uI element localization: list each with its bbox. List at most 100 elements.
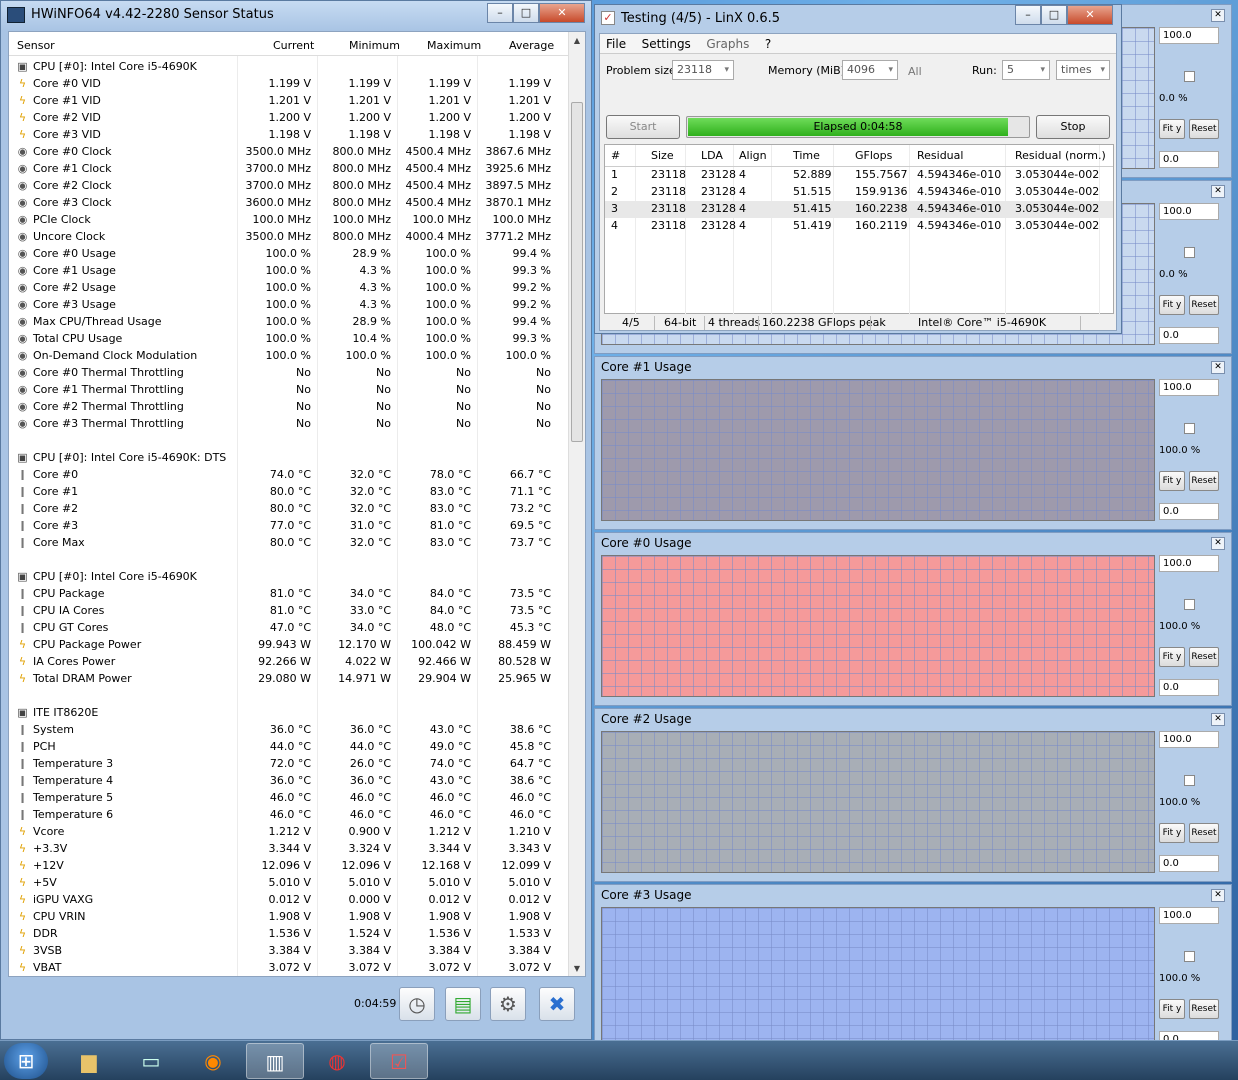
table-row[interactable]: ◉ Core #3 Thermal Throttling No No No No xyxy=(9,415,569,432)
table-row[interactable]: ǀ Temperature 5 46.0 °C 46.0 °C 46.0 °C 46.0 … xyxy=(9,789,569,806)
table-row[interactable]: ϟ CPU Package Power 99.943 W 12.170 W 100.04… xyxy=(9,636,569,653)
table-row[interactable]: ϟ IA Cores Power 92.266 W 4.022 W 92.466 W 80… xyxy=(9,653,569,670)
table-row[interactable]: ϟ CPU VRIN 1.908 V 1.908 V 1.908 V 1.908 V xyxy=(9,908,569,925)
table-row[interactable]: ◉ Core #2 Usage 100.0 % 4.3 % 100.0 % 99.2 % xyxy=(9,279,569,296)
col-average[interactable]: Average xyxy=(509,39,554,52)
close-icon[interactable]: ✕ xyxy=(1211,537,1225,550)
scroll-down-arrow[interactable]: ▼ xyxy=(569,964,585,973)
table-row[interactable]: ◉ Core #1 Clock 3700.0 MHz 800.0 MHz 4500.4 … xyxy=(9,160,569,177)
firefox-icon[interactable]: ◉ xyxy=(184,1043,242,1079)
linx-maximize-button[interactable]: □ xyxy=(1041,5,1067,25)
col-maximum[interactable]: Maximum xyxy=(427,39,481,52)
problem-size-select[interactable]: 23118 xyxy=(672,60,734,80)
table-row[interactable]: ϟ Total DRAM Power 29.080 W 14.971 W 29.904 … xyxy=(9,670,569,687)
table-row[interactable]: ϟ Core #0 VID 1.199 V 1.199 V 1.199 V 1.199 V xyxy=(9,75,569,92)
table-row[interactable]: ǀ CPU GT Cores 47.0 °C 34.0 °C 48.0 °C 45.3 °… xyxy=(9,619,569,636)
table-row[interactable]: ϟ 3VSB 3.384 V 3.384 V 3.384 V 3.384 V xyxy=(9,942,569,959)
table-row[interactable]: ◉ On-Demand Clock Modulation 100.0 % 100.0 … xyxy=(9,347,569,364)
hwinfo-task-icon[interactable]: ▥ xyxy=(246,1043,304,1079)
table-row[interactable]: ϟ Core #2 VID 1.200 V 1.200 V 1.200 V 1.200 V xyxy=(9,109,569,126)
hwinfo-titlebar[interactable]: HWiNFO64 v4.42-2280 Sensor Status – □ ✕ xyxy=(1,1,591,31)
chrome-icon[interactable]: ◍ xyxy=(308,1043,366,1079)
table-row[interactable]: ϟ DDR 1.536 V 1.524 V 1.536 V 1.533 V xyxy=(9,925,569,942)
results-col[interactable]: Time xyxy=(793,149,820,162)
reset-button[interactable]: Reset xyxy=(1189,471,1219,491)
table-row[interactable] xyxy=(9,551,569,568)
graph-checkbox[interactable] xyxy=(1184,247,1195,258)
table-row[interactable]: ◉ Core #3 Usage 100.0 % 4.3 % 100.0 % 99.2 % xyxy=(9,296,569,313)
table-row[interactable]: ǀ Core #3 77.0 °C 31.0 °C 81.0 °C 69.5 °C xyxy=(9,517,569,534)
table-row[interactable]: ◉ Core #0 Thermal Throttling No No No No xyxy=(9,364,569,381)
graph-max-field[interactable]: 100.0 xyxy=(1159,555,1219,572)
graph-max-field[interactable]: 100.0 xyxy=(1159,203,1219,220)
graph-checkbox[interactable] xyxy=(1184,423,1195,434)
fit-y-button[interactable]: Fit y xyxy=(1159,119,1185,139)
table-row[interactable]: ǀ PCH 44.0 °C 44.0 °C 49.0 °C 45.8 °C xyxy=(9,738,569,755)
times-select[interactable]: times xyxy=(1056,60,1110,80)
linx-task-icon[interactable]: ☑ xyxy=(370,1043,428,1079)
minimize-button[interactable]: – xyxy=(487,3,513,23)
clock-icon[interactable]: ◷ xyxy=(399,987,435,1021)
fit-y-button[interactable]: Fit y xyxy=(1159,823,1185,843)
table-row[interactable]: ǀ Core #2 80.0 °C 32.0 °C 83.0 °C 73.2 °C xyxy=(9,500,569,517)
close-icon[interactable]: ✕ xyxy=(1211,185,1225,198)
table-row[interactable]: ◉ Core #0 Clock 3500.0 MHz 800.0 MHz 4500.4 … xyxy=(9,143,569,160)
linx-close-button[interactable]: ✕ xyxy=(1067,5,1113,25)
all-checkbox[interactable]: All xyxy=(908,65,922,78)
maximize-button[interactable]: □ xyxy=(513,3,539,23)
close-sensors-icon[interactable]: ✖ xyxy=(539,987,575,1021)
results-col[interactable]: LDA xyxy=(701,149,723,162)
graph-checkbox[interactable] xyxy=(1184,951,1195,962)
fit-y-button[interactable]: Fit y xyxy=(1159,999,1185,1019)
menu-help[interactable]: ? xyxy=(759,34,777,54)
reset-button[interactable]: Reset xyxy=(1189,647,1219,667)
table-row[interactable]: 3 23118 23128 4 51.415 160.2238 4.594346e-010 3… xyxy=(605,201,1113,218)
table-row[interactable]: ϟ Core #1 VID 1.201 V 1.201 V 1.201 V 1.201 V xyxy=(9,92,569,109)
table-row[interactable]: ◉ Uncore Clock 3500.0 MHz 800.0 MHz 4000.4 M… xyxy=(9,228,569,245)
fit-y-button[interactable]: Fit y xyxy=(1159,647,1185,667)
scroll-thumb[interactable] xyxy=(571,102,583,442)
table-row[interactable]: ◉ Max CPU/Thread Usage 100.0 % 28.9 % 100.0 … xyxy=(9,313,569,330)
graph-min-field[interactable]: 0.0 xyxy=(1159,151,1219,168)
graph-min-field[interactable]: 0.0 xyxy=(1159,503,1219,520)
results-col[interactable]: Residual (norm.) xyxy=(1015,149,1106,162)
graph-checkbox[interactable] xyxy=(1184,71,1195,82)
table-row[interactable]: ǀ Temperature 4 36.0 °C 36.0 °C 43.0 °C 38.6 … xyxy=(9,772,569,789)
start-button-orb[interactable]: ⊞ xyxy=(4,1043,48,1079)
col-sensor[interactable]: Sensor xyxy=(17,39,55,52)
reset-button[interactable]: Reset xyxy=(1189,999,1219,1019)
table-row[interactable]: ϟ Core #3 VID 1.198 V 1.198 V 1.198 V 1.198 V xyxy=(9,126,569,143)
graph-checkbox[interactable] xyxy=(1184,775,1195,786)
linx-minimize-button[interactable]: – xyxy=(1015,5,1041,25)
sensor-group[interactable]: ▣ CPU [#0]: Intel Core i5-4690K xyxy=(9,568,569,585)
results-col[interactable]: Size xyxy=(651,149,674,162)
close-icon[interactable]: ✕ xyxy=(1211,361,1225,374)
table-row[interactable]: ϟ VBAT 3.072 V 3.072 V 3.072 V 3.072 V xyxy=(9,959,569,976)
table-row[interactable] xyxy=(9,687,569,704)
table-row[interactable]: ǀ System 36.0 °C 36.0 °C 43.0 °C 38.6 °C xyxy=(9,721,569,738)
graph-min-field[interactable]: 0.0 xyxy=(1159,679,1219,696)
stop-button[interactable]: Stop xyxy=(1036,115,1110,139)
table-row[interactable]: ◉ PCIe Clock 100.0 MHz 100.0 MHz 100.0 MHz 10… xyxy=(9,211,569,228)
graph-max-field[interactable]: 100.0 xyxy=(1159,27,1219,44)
table-row[interactable]: ǀ Core Max 80.0 °C 32.0 °C 83.0 °C 73.7 °C xyxy=(9,534,569,551)
reset-button[interactable]: Reset xyxy=(1189,823,1219,843)
graph-min-field[interactable]: 0.0 xyxy=(1159,327,1219,344)
table-row[interactable]: ◉ Total CPU Usage 100.0 % 10.4 % 100.0 % 99.3… xyxy=(9,330,569,347)
results-col[interactable]: GFlops xyxy=(855,149,892,162)
table-row[interactable]: ◉ Core #0 Usage 100.0 % 28.9 % 100.0 % 99.4 % xyxy=(9,245,569,262)
scroll-up-arrow[interactable]: ▲ xyxy=(569,36,585,45)
menu-graphs[interactable]: Graphs xyxy=(700,34,755,54)
close-icon[interactable]: ✕ xyxy=(1211,9,1225,22)
col-minimum[interactable]: Minimum xyxy=(349,39,400,52)
graph-min-field[interactable]: 0.0 xyxy=(1159,855,1219,872)
sensor-group[interactable]: ▣ CPU [#0]: Intel Core i5-4690K xyxy=(9,58,569,75)
table-row[interactable]: ǀ Core #1 80.0 °C 32.0 °C 83.0 °C 71.1 °C xyxy=(9,483,569,500)
results-col[interactable]: # xyxy=(611,149,620,162)
table-row[interactable]: ϟ +3.3V 3.344 V 3.324 V 3.344 V 3.343 V xyxy=(9,840,569,857)
table-row[interactable]: ǀ Temperature 3 72.0 °C 26.0 °C 74.0 °C 64.7 … xyxy=(9,755,569,772)
table-row[interactable]: 2 23118 23128 4 51.515 159.9136 4.594346e-010 3… xyxy=(605,184,1113,201)
close-icon[interactable]: ✕ xyxy=(1211,889,1225,902)
sensor-group[interactable]: ▣ ITE IT8620E xyxy=(9,704,569,721)
table-row[interactable]: ǀ CPU Package 81.0 °C 34.0 °C 84.0 °C 73.5 °C xyxy=(9,585,569,602)
